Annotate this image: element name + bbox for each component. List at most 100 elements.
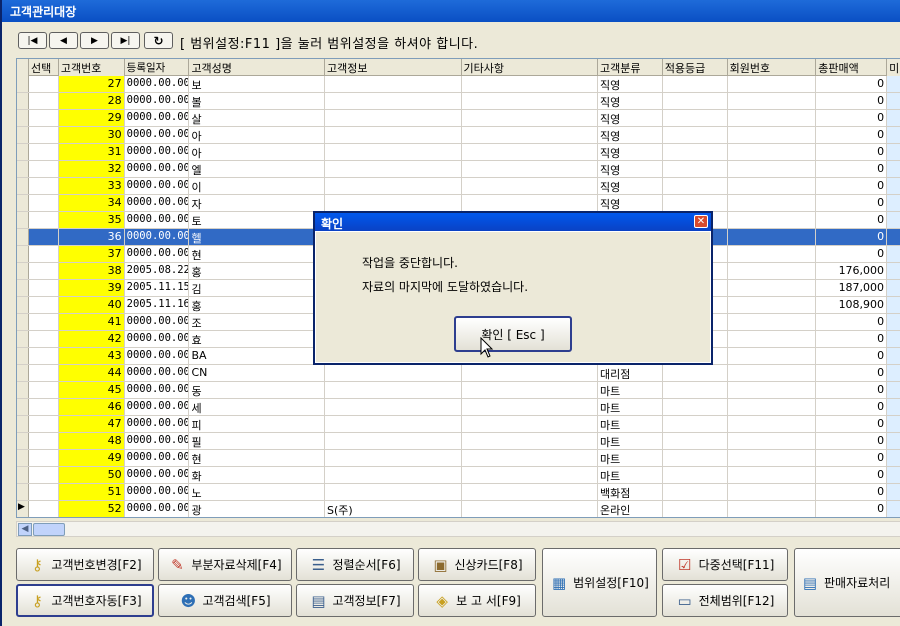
col-grade[interactable]: 적용등급	[663, 59, 728, 76]
cell-reg-date[interactable]: 0000.00.00	[124, 229, 190, 245]
row-indicator[interactable]	[17, 110, 29, 126]
cell-customer-info[interactable]	[325, 433, 462, 449]
cell-customer-no[interactable]: 45	[58, 382, 125, 398]
cell-notes[interactable]	[462, 76, 599, 92]
col-category[interactable]: 고객분류	[598, 59, 663, 76]
cell-customer-no[interactable]: 35	[58, 212, 125, 228]
report-button[interactable]: ◈ 보 고 서[F9]	[418, 584, 536, 617]
cell-total-sales[interactable]: 0	[816, 348, 888, 364]
cell-reg-date[interactable]: 0000.00.00	[125, 348, 190, 364]
row-indicator[interactable]	[17, 331, 29, 347]
table-row[interactable]: 28 0000.00.00 볼 직영 0	[17, 93, 900, 110]
cell-reg-date[interactable]: 0000.00.00	[125, 501, 190, 517]
cell-extra[interactable]	[887, 195, 900, 211]
cell-select[interactable]	[29, 246, 59, 262]
cell-extra[interactable]	[887, 76, 900, 92]
cell-select[interactable]	[29, 161, 59, 177]
cell-category[interactable]: 대리점	[598, 365, 663, 381]
cell-total-sales[interactable]: 0	[816, 93, 888, 109]
cell-customer-no[interactable]: 40	[58, 297, 125, 313]
cell-select[interactable]	[29, 382, 59, 398]
cell-extra[interactable]	[887, 365, 900, 381]
cell-grade[interactable]	[663, 93, 728, 109]
cell-customer-info[interactable]	[325, 365, 462, 381]
first-record-button[interactable]: |◀	[18, 32, 47, 49]
cell-total-sales[interactable]: 0	[816, 501, 888, 517]
table-row[interactable]: 29 0000.00.00 살 직영 0	[17, 110, 900, 127]
cell-category[interactable]: 마트	[598, 416, 663, 432]
cell-customer-no[interactable]: 50	[58, 467, 125, 483]
row-indicator[interactable]	[17, 484, 29, 500]
cell-reg-date[interactable]: 0000.00.00	[125, 484, 190, 500]
row-indicator[interactable]	[17, 195, 29, 211]
cell-total-sales[interactable]: 0	[816, 484, 888, 500]
cell-reg-date[interactable]: 0000.00.00	[125, 365, 190, 381]
cell-customer-no[interactable]: 31	[58, 144, 125, 160]
cell-select[interactable]	[29, 450, 59, 466]
cell-category[interactable]: 직영	[598, 144, 663, 160]
cell-customer-no[interactable]: 49	[58, 450, 125, 466]
cell-customer-no[interactable]: 47	[58, 416, 125, 432]
customer-search-button[interactable]: ☻ 고객검색[F5]	[158, 584, 292, 617]
cell-member-no[interactable]	[728, 416, 817, 432]
table-row[interactable]: 32 0000.00.00 엘 직영 0	[17, 161, 900, 178]
cell-member-no[interactable]	[728, 314, 817, 330]
cell-member-no[interactable]	[728, 382, 817, 398]
cell-grade[interactable]	[663, 450, 728, 466]
cell-select[interactable]	[29, 365, 59, 381]
cell-member-no[interactable]	[728, 195, 817, 211]
row-indicator[interactable]	[17, 280, 29, 296]
cell-customer-name[interactable]: 필	[189, 433, 325, 449]
cell-total-sales[interactable]: 0	[816, 365, 888, 381]
cell-notes[interactable]	[462, 365, 599, 381]
cell-select[interactable]	[29, 110, 59, 126]
cell-customer-name[interactable]: 보	[189, 76, 325, 92]
cell-notes[interactable]	[462, 467, 599, 483]
col-member-no[interactable]: 회원번호	[728, 59, 817, 76]
cell-grade[interactable]	[663, 501, 728, 517]
cell-extra[interactable]	[887, 433, 900, 449]
range-setting-button[interactable]: ▦ 범위설정[F10]	[542, 548, 657, 617]
cell-extra[interactable]	[887, 450, 900, 466]
cell-reg-date[interactable]: 0000.00.00	[125, 331, 190, 347]
cell-total-sales[interactable]: 0	[816, 212, 888, 228]
cell-category[interactable]: 직영	[598, 161, 663, 177]
cell-total-sales[interactable]: 108,900	[816, 297, 888, 313]
cell-total-sales[interactable]: 0	[816, 229, 888, 245]
prev-record-button[interactable]: ◀	[49, 32, 78, 49]
cell-customer-no[interactable]: 30	[58, 127, 125, 143]
cell-customer-info[interactable]	[325, 93, 462, 109]
cell-total-sales[interactable]: 187,000	[816, 280, 888, 296]
customer-info-button[interactable]: ▤ 고객정보[F7]	[296, 584, 414, 617]
cell-member-no[interactable]	[728, 178, 817, 194]
row-indicator[interactable]	[17, 297, 29, 313]
row-indicator[interactable]	[17, 76, 29, 92]
cell-category[interactable]: 온라인	[598, 501, 663, 517]
cell-customer-no[interactable]: 39	[58, 280, 125, 296]
cell-member-no[interactable]	[728, 127, 817, 143]
cell-reg-date[interactable]: 0000.00.00	[125, 212, 190, 228]
cell-notes[interactable]	[462, 450, 599, 466]
cell-member-no[interactable]	[728, 280, 817, 296]
cell-customer-name[interactable]: 홍	[189, 297, 325, 313]
cell-grade[interactable]	[663, 382, 728, 398]
col-customer-no[interactable]: 고객번호	[58, 59, 125, 76]
cell-reg-date[interactable]: 0000.00.00	[125, 382, 190, 398]
cell-customer-info[interactable]	[325, 195, 462, 211]
cell-extra[interactable]	[887, 212, 900, 228]
cell-notes[interactable]	[462, 144, 599, 160]
cell-total-sales[interactable]: 0	[816, 110, 888, 126]
cell-reg-date[interactable]: 0000.00.00	[125, 314, 190, 330]
cell-reg-date[interactable]: 0000.00.00	[125, 416, 190, 432]
cell-grade[interactable]	[663, 416, 728, 432]
cell-customer-name[interactable]: 노	[189, 484, 325, 500]
cell-customer-name[interactable]: 자	[189, 195, 325, 211]
cell-extra[interactable]	[887, 280, 900, 296]
row-indicator[interactable]	[17, 382, 29, 398]
col-customer-name[interactable]: 고객성명	[189, 59, 325, 76]
cell-reg-date[interactable]: 2005.11.15	[125, 280, 190, 296]
row-indicator[interactable]	[17, 263, 29, 279]
cell-extra[interactable]	[887, 93, 900, 109]
cell-extra[interactable]	[887, 127, 900, 143]
table-row[interactable]: 46 0000.00.00 세 마트 0	[17, 399, 900, 416]
